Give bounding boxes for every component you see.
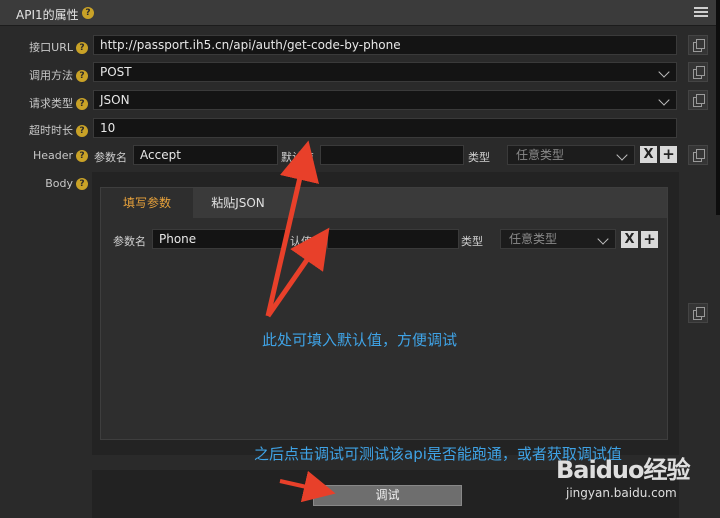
watermark-logo: Baiduo经验 [556, 456, 690, 484]
method-select[interactable]: POST [93, 62, 677, 82]
add-body-param-button[interactable]: + [641, 231, 658, 248]
help-icon[interactable]: ? [76, 150, 88, 162]
remove-header-button[interactable]: X [640, 146, 657, 163]
copy-icon[interactable] [688, 145, 708, 165]
timeout-label: 超时时长? [22, 122, 88, 138]
body-default-label: 认值 [290, 235, 312, 248]
tab-paste-json[interactable]: 粘贴JSON [193, 188, 283, 218]
help-icon[interactable]: ? [76, 98, 88, 110]
window-edge [716, 0, 720, 215]
header-type-select[interactable]: 任意类型 [507, 145, 635, 165]
copy-icon[interactable] [688, 90, 708, 110]
chevron-down-icon [658, 66, 670, 78]
body-tabbar: 填写参数 粘贴JSON [101, 188, 667, 218]
header-param-input[interactable]: Accept [133, 145, 278, 165]
annotation-default-value: 此处可填入默认值，方便调试 [262, 331, 458, 349]
help-icon[interactable]: ? [82, 7, 94, 19]
body-default-input[interactable] [327, 229, 459, 249]
body-param-label: 参数名 [113, 235, 146, 248]
body-type-value: 任意类型 [509, 232, 558, 246]
tab-fill-params[interactable]: 填写参数 [101, 188, 193, 218]
baidu-jingyan-watermark: Baiduo经验 jingyan.baidu.com [556, 448, 716, 514]
debug-button[interactable]: 调试 [313, 485, 462, 506]
chevron-down-icon [658, 94, 670, 106]
copy-icon[interactable] [688, 35, 708, 55]
help-icon[interactable]: ? [76, 70, 88, 82]
reqtype-select[interactable]: JSON [93, 90, 677, 110]
help-icon[interactable]: ? [76, 42, 88, 54]
url-input[interactable]: http://passport.ih5.cn/api/auth/get-code… [93, 35, 677, 55]
header-label: Header? [22, 149, 88, 162]
timeout-input[interactable]: 10 [93, 118, 677, 138]
method-label: 调用方法? [22, 67, 88, 83]
hamburger-menu-icon[interactable] [694, 7, 708, 18]
chevron-down-icon [597, 233, 609, 245]
header-param-label: 参数名 [94, 151, 127, 164]
url-label: 接口URL? [22, 39, 88, 55]
body-type-label: 类型 [461, 235, 483, 248]
help-icon[interactable]: ? [76, 178, 88, 190]
chevron-down-icon [616, 149, 628, 161]
body-tab-panel: 填写参数 粘贴JSON 参数名 Phone 认值 类型 任意类型 X + [100, 187, 668, 440]
copy-icon[interactable] [688, 62, 708, 82]
body-type-select[interactable]: 任意类型 [500, 229, 616, 249]
remove-body-param-button[interactable]: X [621, 231, 638, 248]
panel-titlebar: API1的属性 ? [0, 0, 720, 26]
header-default-label: 默认值 [281, 151, 314, 164]
help-icon[interactable]: ? [76, 125, 88, 137]
body-label: Body? [22, 177, 88, 190]
watermark-url: jingyan.baidu.com [566, 486, 677, 500]
reqtype-label: 请求类型? [22, 95, 88, 111]
reqtype-value: JSON [100, 93, 130, 107]
copy-icon[interactable] [688, 303, 708, 323]
panel-title: API1的属性 [16, 8, 79, 22]
add-header-button[interactable]: + [660, 146, 677, 163]
header-type-label: 类型 [468, 151, 490, 164]
body-param-input[interactable]: Phone [152, 229, 286, 249]
header-default-input[interactable] [320, 145, 464, 165]
header-type-value: 任意类型 [516, 148, 565, 162]
method-value: POST [100, 65, 132, 79]
